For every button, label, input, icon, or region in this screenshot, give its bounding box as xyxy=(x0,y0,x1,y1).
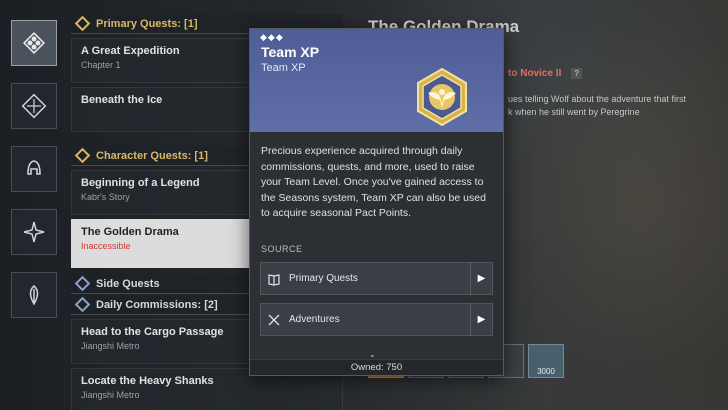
crossed-swords-icon xyxy=(268,314,280,325)
rail-journal-button[interactable] xyxy=(11,209,57,255)
popup-title: Team XP xyxy=(261,44,320,60)
quest-title: Locate the Heavy Shanks xyxy=(81,375,214,387)
source-label: SOURCE xyxy=(261,244,303,254)
rail-archive-button[interactable] xyxy=(11,146,57,192)
popup-header: ◆◆◆ Team XP Team XP xyxy=(250,29,503,132)
daily-commissions-label: Daily Commissions: [2] xyxy=(96,298,218,311)
left-icon-rail xyxy=(0,0,62,410)
gold-diamond-icon xyxy=(74,147,91,164)
quest-step-label: to Novice II xyxy=(508,68,562,79)
quest-diamond-icon xyxy=(22,31,46,55)
rarity-stars: ◆◆◆ xyxy=(260,32,284,42)
gold-diamond-icon xyxy=(74,15,91,32)
blue-diamond-icon xyxy=(74,275,91,292)
team-xp-badge-icon xyxy=(417,67,467,127)
source-primary-quests[interactable]: Primary Quests ▶ xyxy=(260,262,493,295)
owned-count: Owned: 750 xyxy=(250,359,503,375)
star-diamond-icon xyxy=(23,221,45,243)
book-icon xyxy=(268,273,280,286)
popup-description: Precious experience acquired through dai… xyxy=(261,145,486,219)
source-adventures[interactable]: Adventures ▶ xyxy=(260,303,493,336)
quest-detail-desc-line1: ues telling Wolf about the adventure tha… xyxy=(508,94,686,104)
chevron-right-icon[interactable]: ▶ xyxy=(470,303,492,336)
primary-quests-label: Primary Quests: [1] xyxy=(96,17,198,30)
helmet-icon xyxy=(27,160,41,175)
help-icon[interactable]: ? xyxy=(571,68,582,79)
chevron-right-icon[interactable]: ▶ xyxy=(470,262,492,295)
character-quests-label: Character Quests: [1] xyxy=(96,149,208,162)
quest-detail-desc-line2: k when he still went by Peregrine xyxy=(508,107,640,117)
blue-diamond-icon xyxy=(74,296,91,313)
source-label-text: Adventures xyxy=(289,314,340,325)
feather-icon xyxy=(29,285,39,306)
compass-diamond-icon xyxy=(21,93,47,119)
popup-subtitle: Team XP xyxy=(261,62,306,74)
scroll-down-chevron-icon[interactable]: ⌄ xyxy=(369,350,376,359)
reward-slot[interactable]: 3000 xyxy=(528,344,564,378)
team-xp-popup: ◆◆◆ Team XP Team XP Precious experience … xyxy=(249,28,504,376)
source-label-text: Primary Quests xyxy=(289,273,358,284)
side-quests-label: Side Quests xyxy=(96,277,160,290)
rail-events-button[interactable] xyxy=(11,83,57,129)
rail-quests-button[interactable] xyxy=(11,20,57,66)
rail-notes-button[interactable] xyxy=(11,272,57,318)
quest-subtitle: Jiangshi Metro xyxy=(81,390,140,400)
